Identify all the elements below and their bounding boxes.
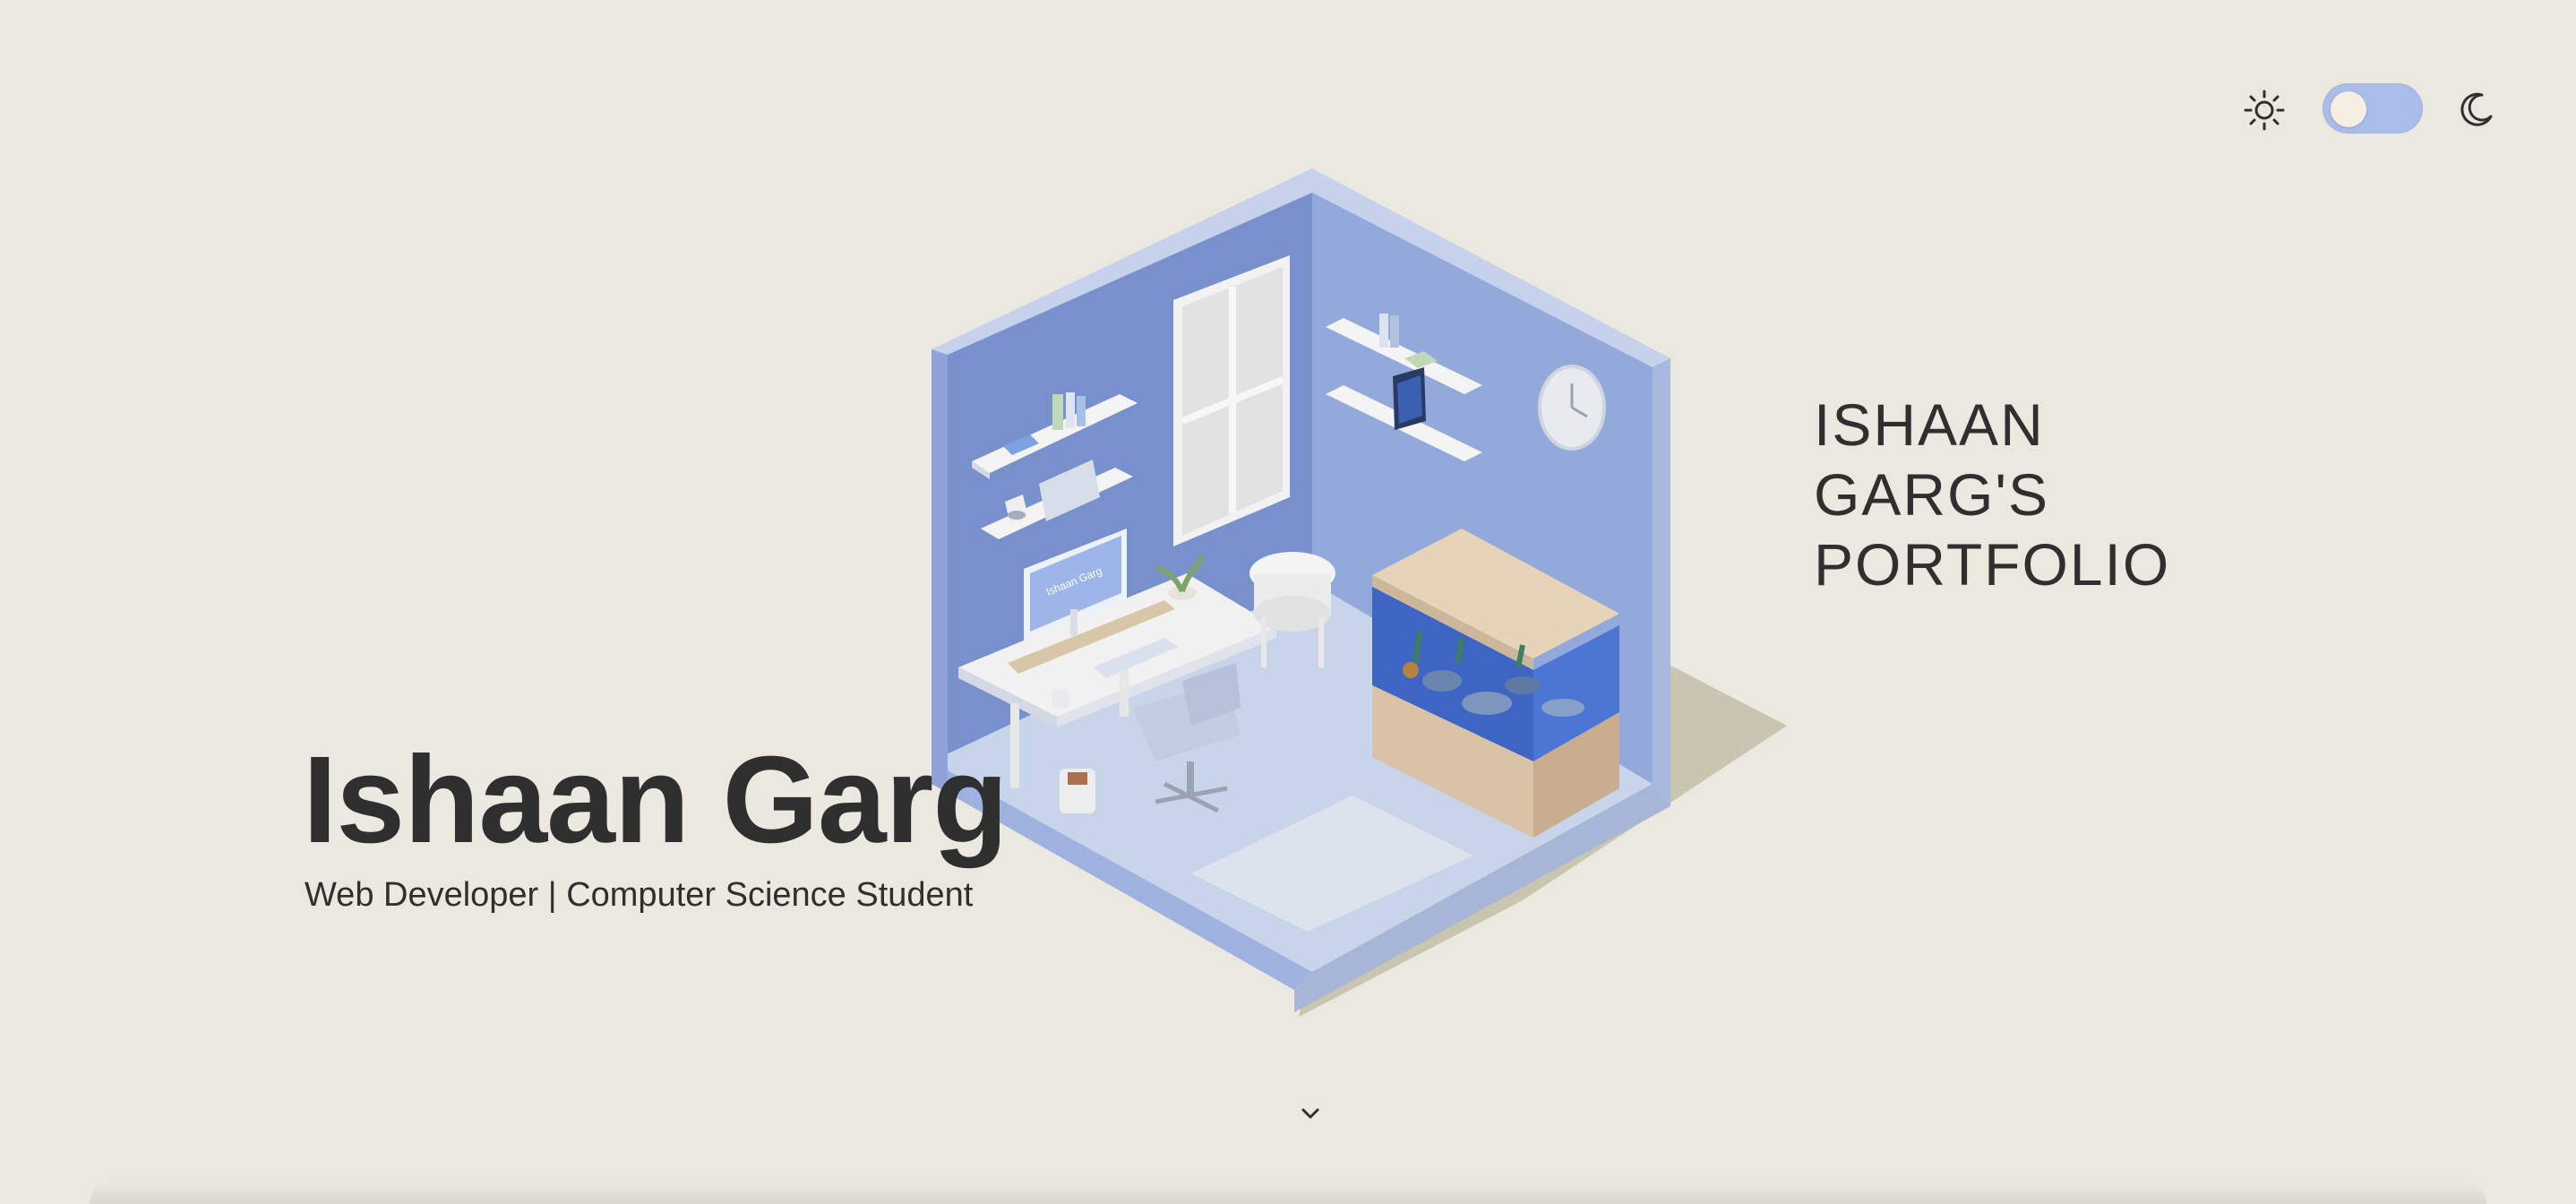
room-illustration: Ishaan Garg — [932, 168, 1787, 1017]
wall-left-edge — [932, 349, 948, 793]
portfolio-title: ISHAAN GARG'S PORTFOLIO — [1814, 391, 2171, 598]
hero-tagline: Web Developer | Computer Science Student — [305, 876, 974, 914]
next-section-edge — [90, 1181, 2486, 1204]
hero-name: Ishaan Garg — [303, 731, 1009, 869]
sun-icon — [2244, 90, 2285, 131]
moon-icon — [2460, 92, 2493, 126]
wall-right-edge — [1653, 358, 1670, 806]
toggle-knob — [2331, 91, 2366, 127]
chevron-down-icon[interactable] — [1297, 1100, 1324, 1127]
theme-toggle[interactable] — [2323, 83, 2423, 133]
theme-switcher — [2244, 79, 2499, 142]
